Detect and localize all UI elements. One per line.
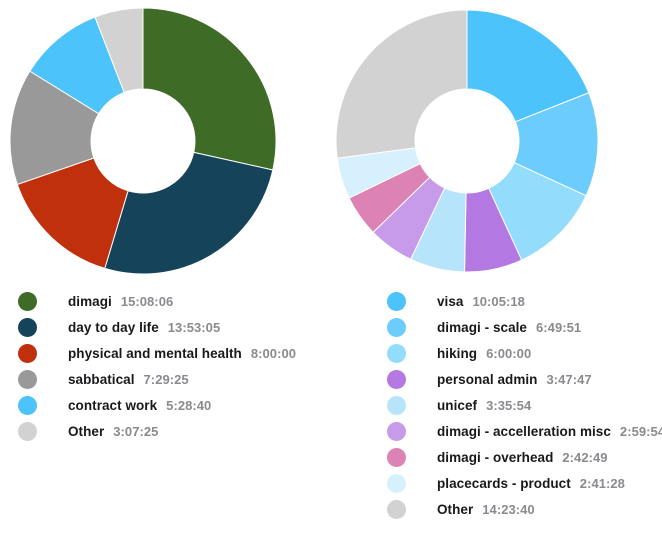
legend-item-visa[interactable]: visa 10:05:18	[330, 288, 662, 314]
right-chart-legend: visa 10:05:18 dimagi - scale 6:49:51 hiking 6…	[330, 288, 662, 522]
legend-swatch-contract-work	[18, 395, 37, 415]
legend-item-personal-admin[interactable]: personal admin 3:47:47	[330, 366, 662, 392]
left-chart-panel: dimagi 15:08:06 day to day life 13:53:05 p…	[0, 0, 330, 444]
legend-label-dimagi-scale: dimagi - scale	[437, 319, 527, 335]
legend-item-other[interactable]: Other 14:23:40	[330, 496, 662, 522]
legend-swatch-sabbatical	[18, 369, 37, 389]
legend-item-dimagi-overhead[interactable]: dimagi - overhead 2:42:49	[330, 444, 662, 470]
legend-value-dimagi-overhead: 2:42:49	[562, 449, 608, 465]
legend-item-sabbatical[interactable]: sabbatical 7:29:25	[0, 366, 330, 392]
legend-item-placecards-product[interactable]: placecards - product 2:41:28	[330, 470, 662, 496]
legend-swatch-visa	[387, 291, 406, 311]
right-donut-chart[interactable]: visa 10:05:18dimagi - scale 6:49:51hikin…	[330, 0, 604, 278]
legend-swatch-dimagi-overhead	[387, 447, 406, 467]
legend-value-other: 3:07:25	[113, 423, 159, 439]
legend-swatch-dimagi-scale	[387, 317, 406, 337]
legend-value-day-to-day-life: 13:53:05	[167, 319, 221, 335]
legend-label-sabbatical: sabbatical	[68, 371, 135, 387]
legend-value-physical-and-mental-health: 8:00:00	[250, 345, 297, 361]
legend-swatch-placecards-product	[387, 473, 406, 493]
legend-swatch-other	[387, 499, 406, 519]
legend-swatch-hiking	[387, 343, 406, 363]
left-chart-area: dimagi 15:08:06day to day life 13:53:05p…	[0, 0, 330, 288]
legend-swatch-personal-admin	[387, 369, 406, 389]
donut-charts-page: dimagi 15:08:06 day to day life 13:53:05 p…	[0, 0, 662, 546]
legend-swatch-dimagi	[18, 291, 37, 311]
legend-label-unicef: unicef	[437, 397, 478, 413]
right-chart-area: visa 10:05:18dimagi - scale 6:49:51hikin…	[330, 0, 662, 288]
legend-swatch-unicef	[387, 395, 406, 415]
legend-swatch-physical-and-mental-health	[18, 343, 37, 363]
legend-item-day-to-day-life[interactable]: day to day life 13:53:05	[0, 314, 330, 340]
legend-value-personal-admin: 3:47:47	[546, 371, 592, 387]
legend-item-other[interactable]: Other 3:07:25	[0, 418, 330, 444]
legend-value-dimagi-scale: 6:49:51	[536, 319, 582, 335]
left-donut-chart[interactable]: dimagi 15:08:06day to day life 13:53:05p…	[0, 0, 282, 280]
legend-label-other: Other	[68, 423, 105, 439]
legend-label-dimagi-overhead: dimagi - overhead	[437, 449, 554, 465]
legend-label-placecards-product: placecards - product	[437, 475, 571, 491]
right-chart-panel: visa 10:05:18 dimagi - scale 6:49:51 hikin…	[330, 0, 662, 522]
legend-value-placecards-product: 2:41:28	[579, 475, 625, 491]
legend-label-other: Other	[437, 501, 474, 517]
legend-label-day-to-day-life: day to day life	[68, 319, 159, 335]
legend-label-dimagi-accelleration-misc: dimagi - accelleration misc	[437, 423, 611, 439]
legend-value-other: 14:23:40	[482, 501, 535, 517]
legend-label-hiking: hiking	[437, 345, 478, 361]
legend-value-hiking: 6:00:00	[486, 345, 532, 361]
legend-swatch-other	[18, 421, 37, 441]
legend-item-hiking[interactable]: hiking 6:00:00	[330, 340, 662, 366]
primary-categories-donut-svg: dimagi 15:08:06day to day life 13:53:05p…	[9, 7, 277, 275]
donut-segment-dimagi[interactable]: dimagi 15:08:06	[142, 7, 277, 171]
legend-label-dimagi: dimagi	[68, 293, 112, 309]
legend-swatch-day-to-day-life	[18, 317, 37, 337]
legend-item-contract-work[interactable]: contract work 5:28:40	[0, 392, 330, 418]
legend-value-dimagi: 15:08:06	[120, 293, 174, 309]
legend-value-contract-work: 5:28:40	[166, 397, 212, 413]
legend-item-dimagi-accelleration-misc[interactable]: dimagi - accelleration misc 2:59:54	[330, 418, 662, 444]
legend-item-dimagi[interactable]: dimagi 15:08:06	[0, 288, 330, 314]
legend-item-physical-and-mental-health[interactable]: physical and mental health 8:00:00	[0, 340, 330, 366]
legend-label-physical-and-mental-health: physical and mental health	[68, 345, 242, 361]
legend-item-dimagi-scale[interactable]: dimagi - scale 6:49:51	[330, 314, 662, 340]
legend-label-visa: visa	[437, 293, 464, 309]
legend-swatch-dimagi-accelleration-misc	[387, 421, 406, 441]
legend-value-visa: 10:05:18	[472, 293, 525, 309]
left-chart-legend: dimagi 15:08:06 day to day life 13:53:05 phy…	[0, 288, 330, 444]
legend-label-personal-admin: personal admin	[437, 371, 538, 387]
legend-value-sabbatical: 7:29:25	[143, 371, 189, 387]
project-breakdown-donut-svg: visa 10:05:18dimagi - scale 6:49:51hikin…	[335, 9, 599, 273]
legend-value-dimagi-accelleration-misc: 2:59:54	[619, 423, 662, 439]
legend-label-contract-work: contract work	[68, 397, 158, 413]
donut-segment-day-to-day-life[interactable]: day to day life 13:53:05	[104, 151, 274, 275]
legend-value-unicef: 3:35:54	[486, 397, 532, 413]
donut-segment-other[interactable]: Other 14:23:40	[335, 9, 468, 159]
legend-item-unicef[interactable]: unicef 3:35:54	[330, 392, 662, 418]
